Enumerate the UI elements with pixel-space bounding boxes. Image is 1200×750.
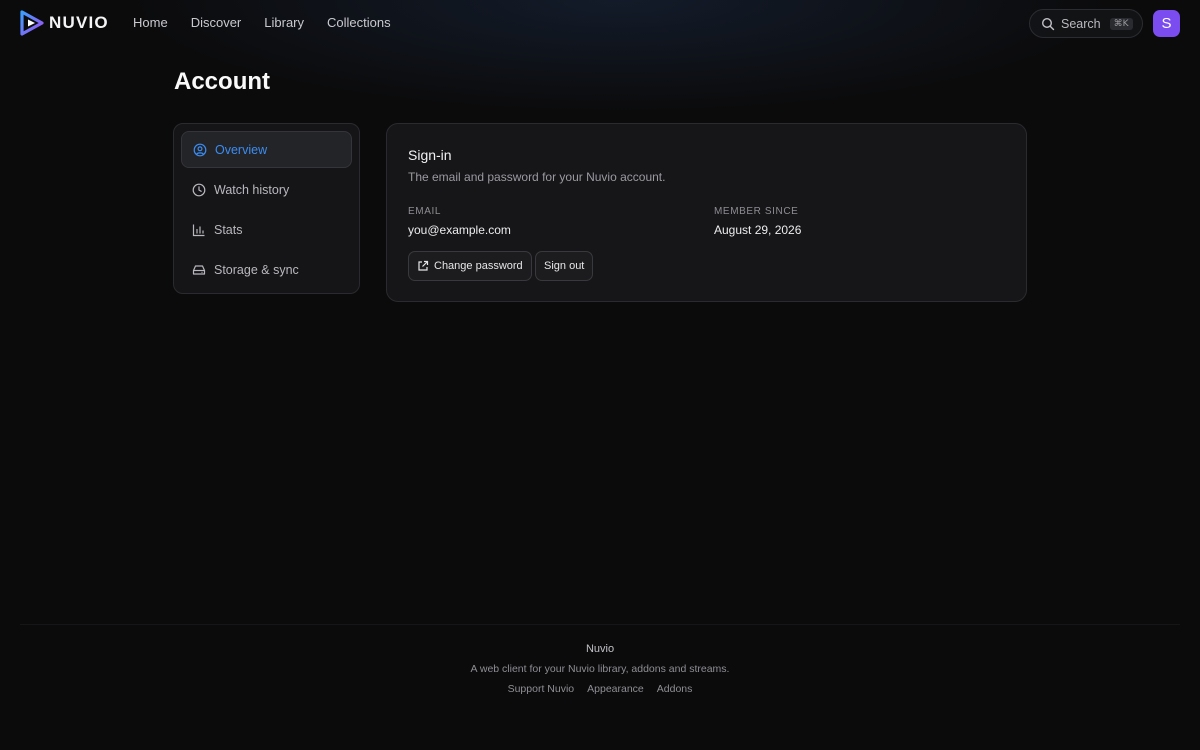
footer-link-appearance[interactable]: Appearance [587, 683, 644, 695]
footer-title: Nuvio [585, 643, 615, 655]
bar-chart-icon [192, 224, 205, 236]
footer-links: Support Nuvio Appearance Addons [0, 683, 1200, 695]
footer-link-addons[interactable]: Addons [657, 683, 693, 695]
sidebar-item-label: Stats [214, 222, 243, 237]
email-value: you@example.com [408, 223, 511, 237]
change-password-label: Change password [434, 260, 523, 272]
external-link-icon [418, 260, 429, 271]
logo[interactable]: NUVIO [19, 10, 109, 36]
signin-card: Sign-in The email and password for your … [386, 123, 1027, 302]
avatar[interactable]: S [1153, 10, 1180, 37]
account-sidebar: Overview Watch history Stats Storage & s… [173, 123, 360, 294]
sign-out-label: Sign out [544, 260, 585, 272]
user-circle-icon [193, 143, 207, 156]
nav-home[interactable]: Home [133, 15, 168, 30]
change-password-button[interactable]: Change password [408, 251, 532, 281]
nav-collections[interactable]: Collections [327, 15, 391, 30]
search-label: Search [1061, 16, 1101, 31]
card-title: Sign-in [408, 147, 452, 163]
search-shortcut: ⌘K [1109, 17, 1133, 30]
search-icon [1041, 17, 1055, 30]
sidebar-item-overview[interactable]: Overview [181, 131, 352, 168]
logo-mark-icon [20, 10, 44, 36]
clock-icon [192, 183, 206, 196]
email-label: EMAIL [408, 206, 442, 217]
sidebar-item-stats[interactable]: Stats [181, 211, 352, 248]
sign-out-button[interactable]: Sign out [535, 251, 594, 281]
nav-discover[interactable]: Discover [191, 15, 242, 30]
footer-link-support[interactable]: Support Nuvio [508, 683, 575, 695]
footer-divider [20, 624, 1180, 625]
page-title: Account [174, 68, 270, 95]
nav-library[interactable]: Library [264, 15, 304, 30]
sidebar-item-label: Overview [215, 142, 268, 157]
main-nav: Home Discover Library Collections [133, 15, 414, 30]
sidebar-item-watch-history[interactable]: Watch history [181, 171, 352, 208]
brand-name: NUVIO [49, 13, 109, 32]
top-bar: NUVIO Home Discover Library Collections … [0, 0, 1200, 46]
member-since-value: August 29, 2026 [714, 223, 802, 237]
card-subtitle: The email and password for your Nuvio ac… [408, 170, 666, 184]
member-since-label: MEMBER SINCE [714, 206, 799, 217]
footer-description: A web client for your Nuvio library, add… [470, 663, 730, 675]
sidebar-item-label: Storage & sync [214, 262, 299, 277]
search-button[interactable]: Search ⌘K [1029, 9, 1143, 38]
hard-drive-icon [192, 264, 206, 275]
sidebar-item-label: Watch history [214, 182, 290, 197]
sidebar-item-storage-sync[interactable]: Storage & sync [181, 251, 352, 288]
